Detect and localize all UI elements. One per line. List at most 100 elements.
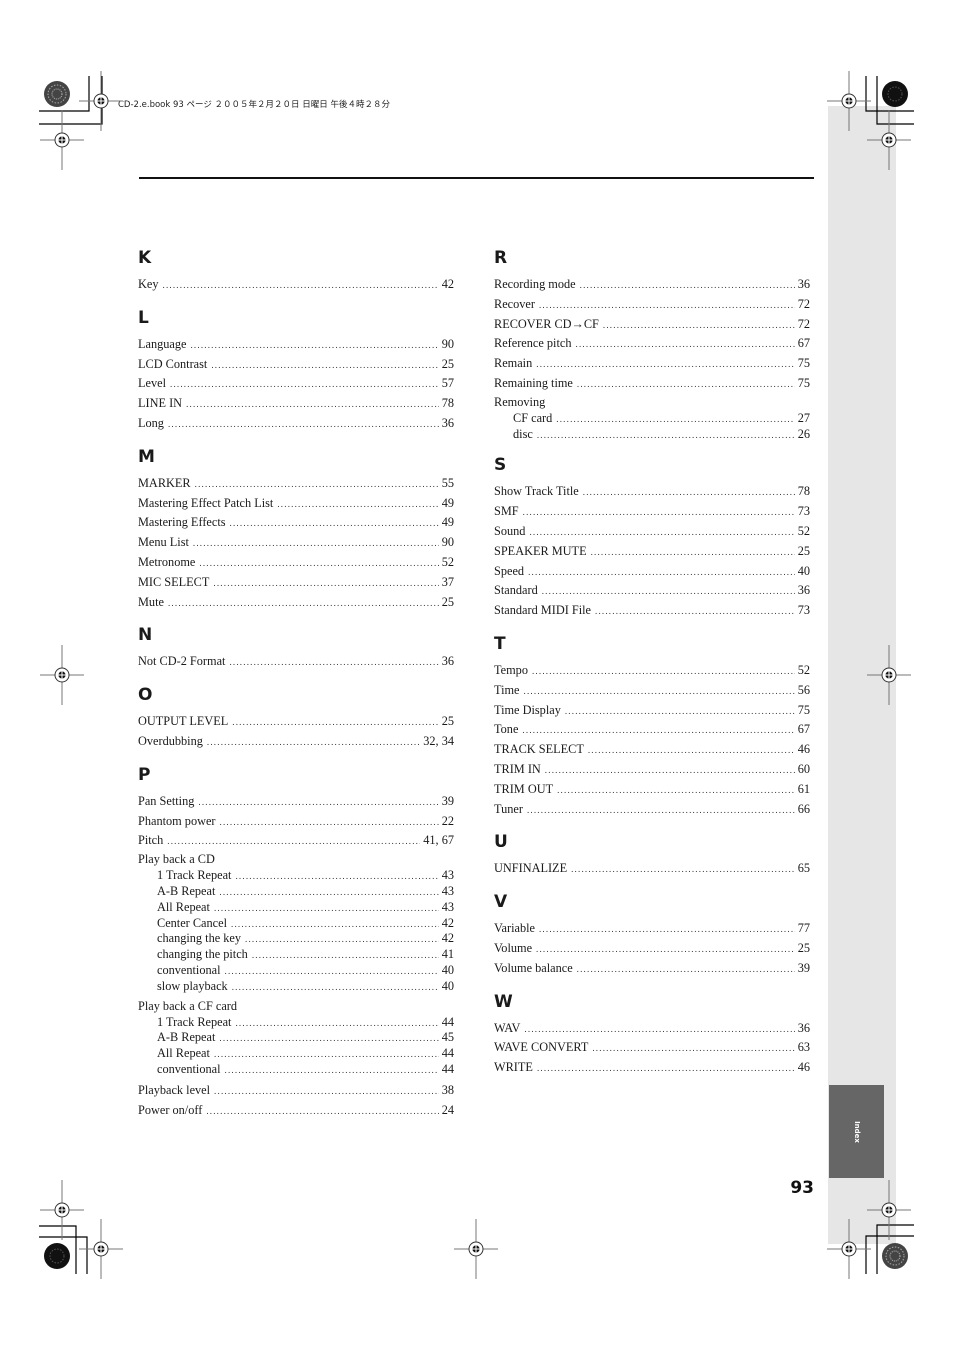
index-entry-page[interactable]: 56 (798, 681, 810, 701)
index-entry[interactable]: WRITE 46 (494, 1058, 810, 1078)
index-entry-page[interactable]: 55 (442, 474, 454, 494)
index-entry-page[interactable]: 24 (442, 1101, 454, 1121)
index-entry-page[interactable]: 25 (442, 712, 454, 732)
index-entry[interactable]: slow playback 40 (138, 979, 454, 995)
index-entry[interactable]: RECOVER CD→CF 72 (494, 315, 810, 335)
index-entry-page[interactable]: 75 (798, 354, 810, 374)
index-entry-page[interactable]: 49 (442, 513, 454, 533)
index-entry[interactable]: Recording mode 36 (494, 275, 810, 295)
index-entry-page[interactable]: 38 (442, 1081, 454, 1101)
index-entry-page[interactable]: 39 (798, 959, 810, 979)
index-entry-page[interactable]: 44 (442, 1015, 454, 1031)
index-entry[interactable]: Reference pitch 67 (494, 334, 810, 354)
index-entry[interactable]: Mastering Effects 49 (138, 513, 454, 533)
index-entry[interactable]: Menu List 90 (138, 533, 454, 553)
index-entry[interactable]: 1 Track Repeat 43 (138, 868, 454, 884)
index-entry-page[interactable]: 36 (442, 652, 454, 672)
index-entry-page[interactable]: 65 (798, 859, 810, 879)
index-entry-page[interactable]: 78 (798, 482, 810, 502)
index-entry-page[interactable]: 66 (798, 800, 810, 820)
index-entry-page[interactable]: 36 (798, 1019, 810, 1039)
index-entry[interactable]: Tuner 66 (494, 800, 810, 820)
index-entry-page[interactable]: 37 (442, 573, 454, 593)
index-entry-page[interactable]: 77 (798, 919, 810, 939)
index-entry[interactable]: Key 42 (138, 275, 454, 295)
index-entry-page[interactable]: 78 (442, 394, 454, 414)
index-entry[interactable]: Standard 36 (494, 581, 810, 601)
index-entry-page[interactable]: 36 (442, 414, 454, 434)
index-entry[interactable]: Language 90 (138, 335, 454, 355)
index-entry-page[interactable]: 63 (798, 1038, 810, 1058)
index-entry[interactable]: WAVE CONVERT 63 (494, 1038, 810, 1058)
index-entry[interactable]: Tempo 52 (494, 661, 810, 681)
index-entry[interactable]: Volume 25 (494, 939, 810, 959)
index-entry-page[interactable]: 90 (442, 533, 454, 553)
index-entry-page[interactable]: 44 (442, 1046, 454, 1062)
index-entry-page[interactable]: 52 (442, 553, 454, 573)
index-entry[interactable]: TRACK SELECT 46 (494, 740, 810, 760)
index-entry[interactable]: Recover 72 (494, 295, 810, 315)
index-entry[interactable]: UNFINALIZE 65 (494, 859, 810, 879)
index-entry[interactable]: Tone 67 (494, 720, 810, 740)
index-entry[interactable]: Remaining time 75 (494, 374, 810, 394)
index-entry[interactable]: Standard MIDI File 73 (494, 601, 810, 621)
index-entry[interactable]: LCD Contrast 25 (138, 355, 454, 375)
index-entry[interactable]: Remain 75 (494, 354, 810, 374)
index-entry[interactable]: Variable 77 (494, 919, 810, 939)
index-entry-page[interactable]: 43 (442, 900, 454, 916)
index-entry[interactable]: changing the pitch 41 (138, 947, 454, 963)
index-entry[interactable]: A-B Repeat 43 (138, 884, 454, 900)
index-entry[interactable]: Time 56 (494, 681, 810, 701)
index-entry-page[interactable]: 67 (798, 334, 810, 354)
index-entry-page[interactable]: 90 (442, 335, 454, 355)
index-entry[interactable]: MARKER 55 (138, 474, 454, 494)
index-entry[interactable]: Metronome 52 (138, 553, 454, 573)
index-entry[interactable]: Long 36 (138, 414, 454, 434)
index-entry[interactable]: Level 57 (138, 374, 454, 394)
index-entry[interactable]: 1 Track Repeat 44 (138, 1015, 454, 1031)
index-entry-page[interactable]: 42 (442, 931, 454, 947)
index-entry[interactable]: Mute 25 (138, 593, 454, 613)
index-entry-page[interactable]: 46 (798, 1058, 810, 1078)
index-entry[interactable]: Volume balance 39 (494, 959, 810, 979)
index-entry-page[interactable]: 52 (798, 522, 810, 542)
index-entry-page[interactable]: 73 (798, 601, 810, 621)
index-entry-page[interactable]: 27 (798, 411, 810, 427)
index-entry-page[interactable]: 75 (798, 701, 810, 721)
index-entry-page[interactable]: 45 (442, 1030, 454, 1046)
index-entry-page[interactable]: 49 (442, 494, 454, 514)
index-entry[interactable]: OUTPUT LEVEL 25 (138, 712, 454, 732)
index-entry[interactable]: SMF 73 (494, 502, 810, 522)
index-entry-page[interactable]: 61 (798, 780, 810, 800)
index-entry-page[interactable]: 42 (442, 275, 454, 295)
index-entry[interactable]: WAV 36 (494, 1019, 810, 1039)
index-entry-page[interactable]: 57 (442, 374, 454, 394)
index-entry[interactable]: Center Cancel 42 (138, 916, 454, 932)
index-entry[interactable]: LINE IN 78 (138, 394, 454, 414)
index-entry[interactable]: TRIM IN 60 (494, 760, 810, 780)
index-entry[interactable]: All Repeat 43 (138, 900, 454, 916)
index-entry[interactable]: disc 26 (494, 427, 810, 443)
index-entry-page[interactable]: 25 (442, 593, 454, 613)
index-entry[interactable]: changing the key 42 (138, 931, 454, 947)
index-entry[interactable]: Not CD-2 Format 36 (138, 652, 454, 672)
index-entry-page[interactable]: 36 (798, 581, 810, 601)
index-entry-page[interactable]: 41, 67 (423, 831, 454, 851)
index-entry-page[interactable]: 72 (798, 315, 810, 335)
index-entry[interactable]: Speed 40 (494, 562, 810, 582)
index-entry-page[interactable]: 52 (798, 661, 810, 681)
index-entry-page[interactable]: 43 (442, 868, 454, 884)
index-entry[interactable]: TRIM OUT 61 (494, 780, 810, 800)
index-entry[interactable]: CF card 27 (494, 411, 810, 427)
index-entry-page[interactable]: 25 (442, 355, 454, 375)
index-entry[interactable]: conventional 40 (138, 963, 454, 979)
index-entry[interactable]: Playback level 38 (138, 1081, 454, 1101)
index-entry[interactable]: Time Display 75 (494, 701, 810, 721)
index-entry-page[interactable]: 75 (798, 374, 810, 394)
index-entry-page[interactable]: 40 (442, 963, 454, 979)
index-entry-page[interactable]: 72 (798, 295, 810, 315)
index-entry-page[interactable]: 43 (442, 884, 454, 900)
index-entry[interactable]: Show Track Title 78 (494, 482, 810, 502)
index-entry[interactable]: MIC SELECT 37 (138, 573, 454, 593)
index-entry-page[interactable]: 25 (798, 542, 810, 562)
